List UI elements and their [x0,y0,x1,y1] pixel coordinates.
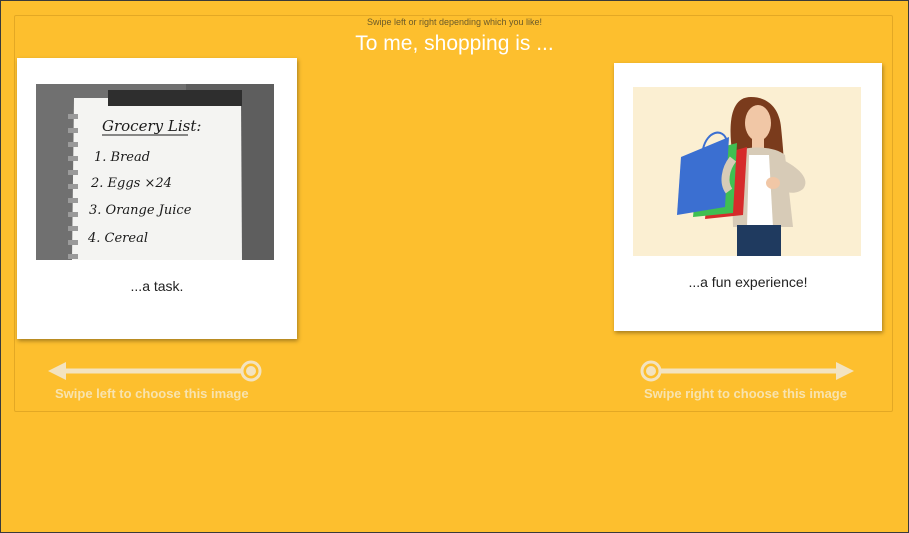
grocery-item: 4. Cereal [87,231,148,246]
card-caption-task: ...a task. [130,278,184,294]
option-card-fun[interactable]: ...a fun experience! [614,63,882,331]
grocery-item: 1. Bread [94,150,150,165]
grocery-item: 3. Orange Juice [89,203,192,218]
swipe-right-indicator[interactable] [640,360,854,382]
arrow-left-icon [48,362,66,380]
card-caption-fun: ...a fun experience! [688,274,808,290]
swipe-left-indicator[interactable] [48,360,262,382]
swipe-right-label: Swipe right to choose this image [644,386,847,401]
shopping-woman-image [633,87,861,256]
option-card-task[interactable]: Grocery List: 1. Bread 2. Eggs ×24 3. Or… [17,58,297,339]
arrow-right-icon [836,362,854,380]
swipe-left-label: Swipe left to choose this image [55,386,249,401]
grocery-heading: Grocery List: [102,117,201,135]
grocery-list-image: Grocery List: 1. Bread 2. Eggs ×24 3. Or… [36,84,274,260]
instruction-hint: Swipe left or right depending which you … [366,17,543,27]
grocery-item: 2. Eggs ×24 [90,176,172,191]
question-title: To me, shopping is ... [355,32,554,55]
